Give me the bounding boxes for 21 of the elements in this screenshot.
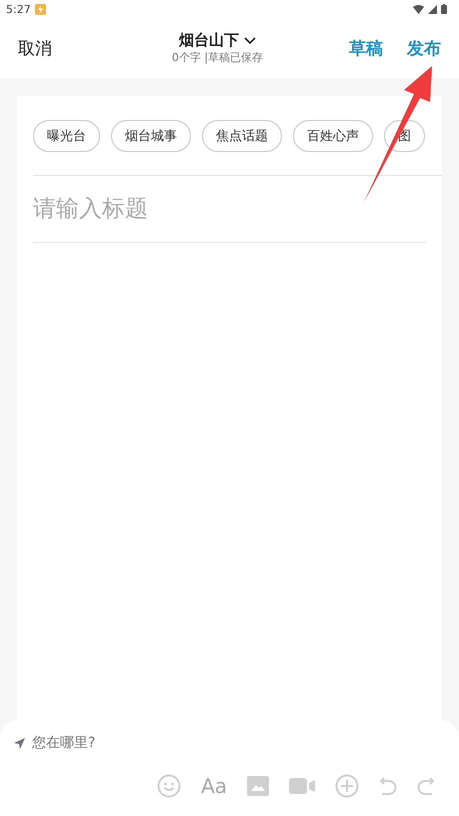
add-icon[interactable]: [335, 774, 359, 798]
channel-title: 烟台山下: [179, 31, 239, 50]
status-time: 5:27: [6, 2, 31, 16]
word-count-status: 0个字 |草稿已保存: [172, 50, 264, 65]
wifi-icon: [413, 4, 424, 14]
topic-chip[interactable]: 烟台城事: [111, 120, 191, 152]
emoji-icon[interactable]: [157, 774, 182, 798]
redo-icon[interactable]: [417, 775, 435, 797]
undo-icon[interactable]: [379, 775, 397, 797]
cancel-button[interactable]: 取消: [18, 36, 52, 60]
battery-icon: [441, 4, 447, 14]
image-icon[interactable]: [247, 776, 269, 796]
topic-chip[interactable]: 百姓心声: [293, 120, 373, 152]
topic-chip[interactable]: 曝光台: [33, 120, 100, 152]
video-camera-icon[interactable]: [289, 778, 315, 794]
notification-icon: [34, 4, 46, 14]
location-arrow-icon: [14, 738, 25, 748]
location-prompt[interactable]: 您在哪里?: [32, 734, 96, 752]
signal-icon: [428, 4, 437, 14]
chevron-down-icon[interactable]: [244, 36, 256, 44]
topic-chip[interactable]: 焦点话题: [202, 120, 282, 152]
